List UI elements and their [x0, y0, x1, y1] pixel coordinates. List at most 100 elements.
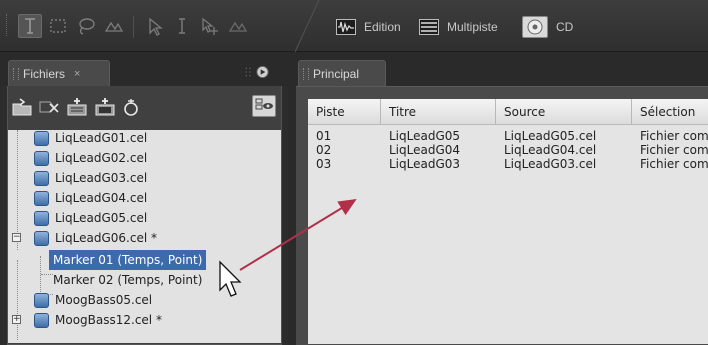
audio-file-icon — [34, 210, 49, 226]
tree-item-file[interactable]: MoogBass05.cel — [34, 290, 152, 310]
text-tool-icon[interactable] — [18, 14, 42, 38]
close-file-icon[interactable] — [38, 97, 60, 117]
tree-item-label: LiqLeadG02.cel — [55, 151, 148, 165]
cell-piste: 03 — [316, 157, 332, 171]
tree-item-label: LiqLeadG03.cel — [55, 171, 148, 185]
time-selection-tool-icon[interactable] — [170, 14, 194, 38]
tree-guide-line — [17, 260, 18, 340]
tab-close-icon[interactable]: × — [74, 68, 80, 80]
workspace-multitrack-button[interactable]: Multipiste — [419, 16, 498, 38]
cell-titre: LiqLeadG04 — [389, 143, 461, 157]
play-file-icon[interactable] — [120, 97, 142, 117]
hybrid-tool-icon[interactable] — [198, 14, 222, 38]
insert-in-multitrack-icon[interactable] — [66, 97, 88, 117]
workspace-edition-label: Edition — [364, 20, 401, 34]
cell-selection: Fichier complet — [640, 129, 708, 143]
tree-item-file[interactable]: MoogBass12.cel * — [34, 310, 162, 330]
tab-principal-label: Principal — [313, 66, 360, 81]
toolbar-slant-divider — [295, 0, 320, 52]
cell-source: LiqLeadG05.cel — [504, 129, 597, 143]
main-panel-tabbar: Principal — [296, 52, 708, 86]
tree-item-file[interactable]: LiqLeadG05.cel — [34, 208, 147, 228]
multitrack-icon — [419, 19, 439, 36]
toolbar-divider — [133, 16, 134, 38]
files-panel-content: LiqLeadG01.cel LiqLeadG02.cel LiqLeadG03… — [7, 86, 282, 345]
tab-grip[interactable] — [13, 68, 19, 80]
table-row[interactable]: 01 LiqLeadG05 LiqLeadG05.cel Fichier com… — [308, 129, 708, 143]
insert-in-cd-layout-icon[interactable] — [94, 97, 116, 117]
tree-guide-line — [41, 274, 53, 275]
main-panel-content: Piste Titre Source Sélection 01 LiqLeadG… — [296, 86, 708, 345]
tree-item-label: LiqLeadG04.cel — [55, 191, 148, 205]
cell-piste: 01 — [316, 129, 332, 143]
tab-principal[interactable]: Principal — [298, 60, 386, 86]
cell-source: LiqLeadG03.cel — [504, 157, 597, 171]
view-options-button[interactable] — [252, 95, 276, 117]
cell-selection: Fichier complet — [640, 157, 708, 171]
tree-item-file[interactable]: LiqLeadG03.cel — [34, 168, 147, 188]
tree-item-label: LiqLeadG01.cel — [55, 131, 148, 145]
tree-guide-line — [40, 256, 41, 294]
column-header-piste[interactable]: Piste — [308, 99, 381, 125]
tree-item-label: LiqLeadG06.cel * — [55, 231, 157, 245]
tree-item-marker-selected[interactable]: Marker 01 (Temps, Point) — [49, 250, 207, 270]
panel-menu-icon — [245, 65, 269, 79]
cell-titre: LiqLeadG05 — [389, 129, 461, 143]
view-options-icon — [255, 98, 273, 110]
tree-item-file[interactable]: LiqLeadG04.cel — [34, 188, 147, 208]
workspace-multitrack-label: Multipiste — [447, 20, 498, 34]
cell-piste: 02 — [316, 143, 332, 157]
lasso-tool-icon[interactable] — [74, 14, 98, 38]
workspace-edition-button[interactable]: Edition — [336, 16, 401, 38]
cell-titre: LiqLeadG03 — [389, 157, 461, 171]
marquee-tool-icon[interactable] — [46, 14, 70, 38]
import-file-icon[interactable] — [11, 97, 33, 117]
workspace-cd-label: CD — [556, 20, 574, 34]
table-row[interactable]: 03 LiqLeadG03 LiqLeadG03.cel Fichier com… — [308, 157, 708, 171]
tree-item-label: MoogBass12.cel * — [55, 313, 162, 327]
audio-file-icon — [34, 170, 49, 186]
tree-item-label: Marker 01 (Temps, Point) — [53, 253, 203, 267]
file-tree: LiqLeadG01.cel LiqLeadG02.cel LiqLeadG03… — [8, 130, 281, 343]
files-panel: Fichiers × LiqLeadG01.cel LiqLeadG02.cel… — [0, 52, 288, 345]
audio-file-icon — [34, 190, 49, 206]
panel-splitter[interactable] — [288, 52, 296, 345]
main-panel: Principal Piste Titre Source Sélection 0… — [296, 52, 708, 345]
audio-file-icon — [34, 130, 49, 146]
track-list-table: Piste Titre Source Sélection 01 LiqLeadG… — [308, 99, 708, 344]
tree-item-label: Marker 02 (Temps, Point) — [53, 273, 203, 287]
cd-icon — [522, 16, 548, 38]
audio-file-icon — [34, 150, 49, 166]
edit-waveform-icon — [336, 19, 356, 36]
tree-expand-toggle[interactable]: + — [12, 315, 21, 324]
tab-fichiers[interactable]: Fichiers × — [8, 60, 110, 86]
table-header: Piste Titre Source Sélection — [308, 99, 708, 125]
tree-item-file[interactable]: LiqLeadG02.cel — [34, 148, 147, 168]
tab-grip[interactable] — [303, 68, 309, 80]
column-header-titre[interactable]: Titre — [381, 99, 496, 125]
cell-source: LiqLeadG04.cel — [504, 143, 597, 157]
table-row[interactable]: 02 LiqLeadG04 LiqLeadG04.cel Fichier com… — [308, 143, 708, 157]
column-header-selection[interactable]: Sélection — [632, 99, 708, 125]
files-toolbar — [8, 86, 281, 126]
cell-selection: Fichier complet — [640, 143, 708, 157]
tree-item-marker[interactable]: Marker 02 (Temps, Point) — [53, 270, 202, 290]
audio-file-icon — [34, 292, 49, 308]
files-panel-tabbar: Fichiers × — [0, 52, 288, 86]
audio-file-icon — [34, 312, 49, 328]
tab-fichiers-label: Fichiers — [23, 66, 66, 81]
tree-item-file[interactable]: LiqLeadG06.cel * — [34, 228, 157, 248]
tree-collapse-toggle[interactable]: − — [12, 233, 21, 242]
tool-group — [0, 8, 305, 44]
audio-file-icon — [34, 230, 49, 246]
column-header-source[interactable]: Source — [496, 99, 632, 125]
main-toolbar: Edition Multipiste CD — [0, 0, 708, 52]
tree-item-file[interactable]: LiqLeadG01.cel — [34, 130, 147, 148]
effects-brush-icon[interactable] — [102, 14, 126, 38]
tree-item-label: MoogBass05.cel — [55, 293, 153, 307]
panel-menu-button[interactable] — [242, 64, 270, 80]
workspace-cd-button[interactable]: CD — [522, 16, 573, 38]
tree-item-label: LiqLeadG05.cel — [55, 211, 148, 225]
scrub-tool-icon[interactable] — [226, 14, 250, 38]
move-tool-icon[interactable] — [142, 14, 166, 38]
